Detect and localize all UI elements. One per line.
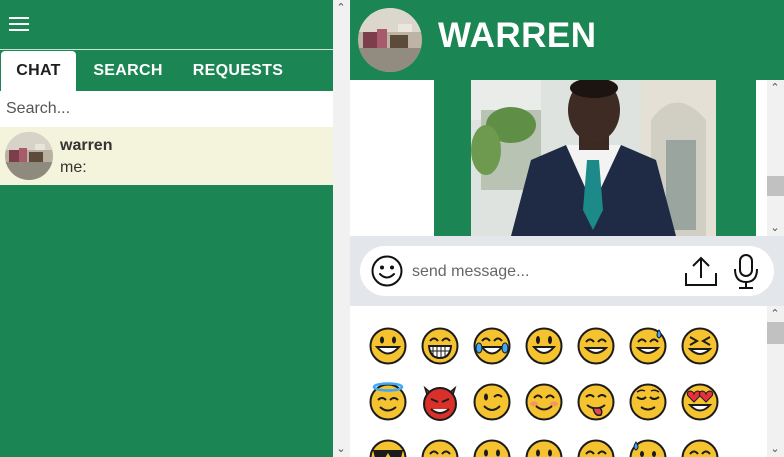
scroll-up-arrow-icon[interactable]: ⌃	[769, 82, 781, 94]
sidebar-scrollbar[interactable]: ⌃ ⌄	[333, 0, 350, 457]
message-photo[interactable]	[471, 80, 716, 236]
emoji-beaming-icon[interactable]	[420, 326, 460, 366]
emoji-yum-icon[interactable]	[576, 382, 616, 422]
emoji-sunglasses-icon[interactable]	[368, 438, 408, 457]
contact-avatar[interactable]	[358, 8, 422, 72]
emoji-grinning-icon[interactable]	[368, 326, 408, 366]
emoji-heart-eyes-icon[interactable]	[680, 382, 720, 422]
composer	[350, 236, 784, 306]
emoji-sweat-icon[interactable]	[628, 438, 668, 457]
search-input[interactable]	[0, 91, 333, 127]
tab-requests[interactable]: REQUESTS	[182, 51, 294, 91]
header-divider	[0, 49, 333, 50]
emoji-scrollbar[interactable]: ⌃ ⌄	[767, 306, 784, 457]
emoji-toggle-icon[interactable]	[371, 255, 403, 287]
emoji-wink-icon[interactable]	[472, 382, 512, 422]
emoji-smile-icon[interactable]	[680, 438, 720, 457]
tab-search[interactable]: SEARCH	[84, 51, 172, 91]
emoji-neutral-icon[interactable]	[472, 438, 512, 457]
emoji-sweat-smile-icon[interactable]	[628, 326, 668, 366]
scrollbar-thumb[interactable]	[767, 322, 784, 344]
chat-contact-name: warren	[60, 137, 113, 154]
hamburger-menu-icon[interactable]	[9, 17, 29, 33]
emoji-tears-of-joy-icon[interactable]	[472, 326, 512, 366]
emoji-squinting-icon[interactable]	[680, 326, 720, 366]
chat-last-message: me:	[60, 159, 87, 176]
message-list	[350, 80, 767, 236]
tab-chat[interactable]: CHAT	[1, 51, 76, 91]
emoji-devil-icon[interactable]	[420, 382, 460, 422]
emoji-smile-icon[interactable]	[420, 438, 460, 457]
emoji-smile-icon[interactable]	[576, 438, 616, 457]
conversation-header: WARREN	[350, 0, 784, 80]
sidebar: CHAT SEARCH REQUESTS warren me:	[0, 0, 333, 457]
upload-icon[interactable]	[684, 255, 718, 287]
emoji-relieved-icon[interactable]	[628, 382, 668, 422]
chat-list-item[interactable]: warren me:	[0, 127, 333, 185]
conversation-title: WARREN	[438, 16, 597, 55]
emoji-blush-icon[interactable]	[524, 382, 564, 422]
microphone-icon[interactable]	[733, 254, 759, 290]
scroll-down-arrow-icon[interactable]: ⌄	[335, 443, 347, 455]
scroll-up-arrow-icon[interactable]: ⌃	[769, 308, 781, 320]
emoji-picker	[350, 306, 767, 457]
avatar	[5, 132, 53, 180]
emoji-smile-icon[interactable]	[576, 326, 616, 366]
scroll-down-arrow-icon[interactable]: ⌄	[769, 222, 781, 234]
emoji-halo-icon[interactable]	[368, 382, 408, 422]
composer-pill	[360, 246, 774, 296]
scrollbar-thumb[interactable]	[767, 176, 784, 196]
message-input[interactable]	[410, 254, 674, 290]
emoji-neutral-icon[interactable]	[524, 438, 564, 457]
scroll-down-arrow-icon[interactable]: ⌄	[769, 443, 781, 455]
scroll-up-arrow-icon[interactable]: ⌃	[335, 2, 347, 14]
messages-scrollbar[interactable]: ⌃ ⌄	[767, 80, 784, 236]
emoji-grin-big-icon[interactable]	[524, 326, 564, 366]
